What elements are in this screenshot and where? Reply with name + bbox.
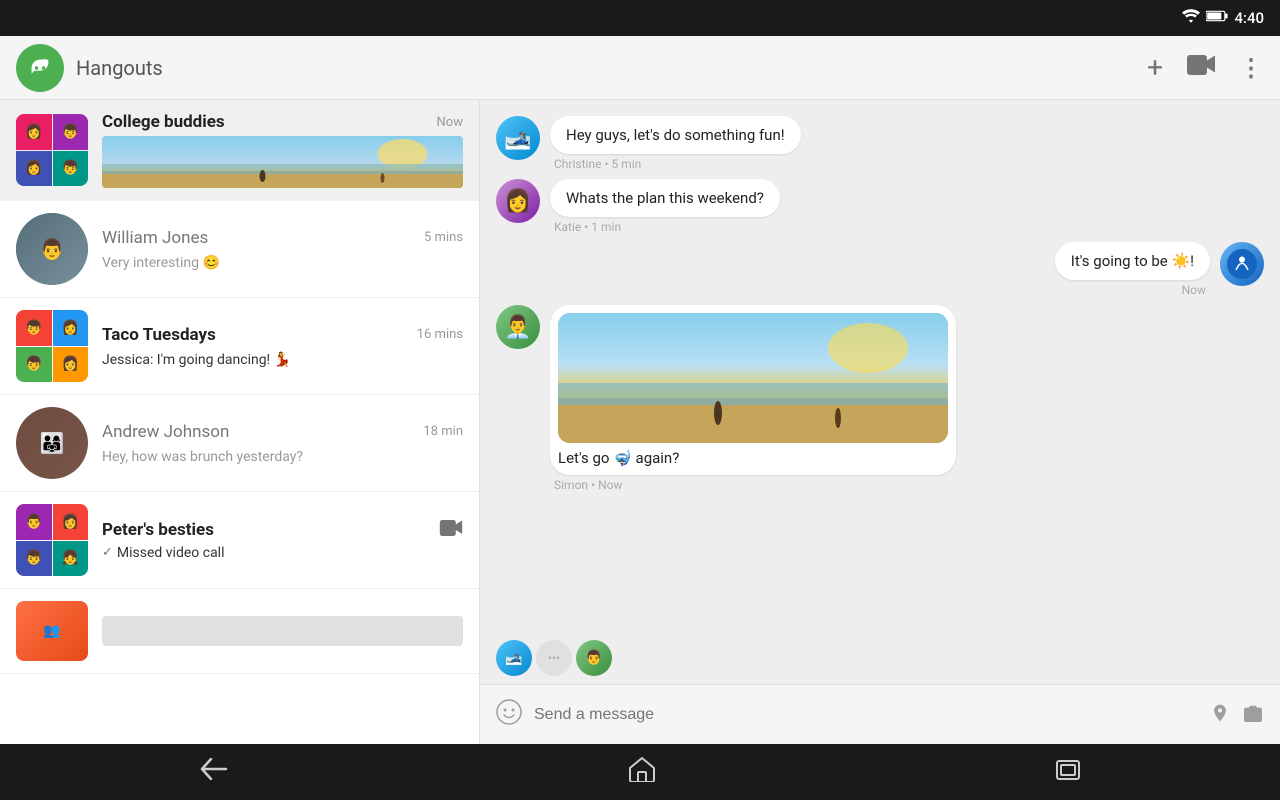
emoji-button[interactable] xyxy=(496,699,522,731)
msg-meta-simon: Simon • Now xyxy=(550,478,956,492)
video-call-icon xyxy=(439,520,463,541)
conv-name: Taco Tuesdays xyxy=(102,325,216,345)
message-bubble: 👩 Whats the plan this weekend? Katie • 1… xyxy=(496,179,1149,234)
messages-container: 🎿 Hey guys, let's do something fun! Chri… xyxy=(480,100,1280,632)
typing-row: 🎿 ••• 👨 xyxy=(480,632,1280,684)
beach-image-preview xyxy=(102,136,463,188)
conv-avatar-andrew: 👨‍👩‍👧 xyxy=(16,407,88,479)
conv-name: Peter's besties xyxy=(102,520,214,540)
conversation-item[interactable]: 👨‍👩‍👧 Andrew Johnson 18 min Hey, how was… xyxy=(0,395,479,492)
msg-text-simon: Let's go 🤿 again? xyxy=(558,449,948,467)
menu-button[interactable]: ⋮ xyxy=(1239,54,1264,82)
conv-avatar-peters: 👨 👩 👦 👧 xyxy=(16,504,88,576)
msg-bubble-text: Whats the plan this weekend? xyxy=(550,179,780,217)
message-bubble: 👨‍💼 xyxy=(496,305,1226,492)
conv-content: Andrew Johnson 18 min Hey, how was brunc… xyxy=(102,422,463,465)
conv-header: Andrew Johnson 18 min xyxy=(102,422,463,442)
wifi-icon xyxy=(1182,9,1200,27)
conv-time: 16 mins xyxy=(417,327,463,342)
conv-name: Andrew Johnson xyxy=(102,422,229,442)
msg-content: Whats the plan this weekend? Katie • 1 m… xyxy=(550,179,780,234)
conv-preview: Missed video call xyxy=(117,545,225,561)
msg-avatar: 👩 xyxy=(496,179,540,223)
checkmark-icon: ✓ xyxy=(102,545,113,560)
msg-bubble-text: It's going to be ☀️! xyxy=(1055,242,1210,280)
msg-content: Hey guys, let's do something fun! Christ… xyxy=(550,116,801,171)
msg-avatar-simon: 👨‍💼 xyxy=(496,305,540,349)
battery-icon xyxy=(1206,10,1228,26)
conv-preview: Jessica: I'm going dancing! 💃 xyxy=(102,352,291,368)
conv-content: Peter's besties ✓ Missed video call xyxy=(102,520,463,561)
video-call-button[interactable] xyxy=(1187,55,1215,80)
recent-apps-button[interactable] xyxy=(1056,758,1080,786)
conv-header: William Jones 5 mins xyxy=(102,228,463,248)
message-bubble-sent: It's going to be ☀️! Now xyxy=(1055,242,1264,297)
home-button[interactable] xyxy=(628,756,656,788)
conversation-item[interactable]: 👩 👦 👩 👦 College buddies Now xyxy=(0,100,479,201)
conv-name: College buddies xyxy=(102,112,225,132)
conv-avatar-william: 👨 xyxy=(16,213,88,285)
conv-name: William Jones xyxy=(102,228,208,248)
conversation-item[interactable]: 👦 👩 👦 👩 Taco Tuesdays 16 mins Jessica: I… xyxy=(0,298,479,395)
message-input[interactable] xyxy=(534,706,1198,724)
conv-header: College buddies Now xyxy=(102,112,463,132)
conv-preview: Hey, how was brunch yesterday? xyxy=(102,449,303,465)
main-layout: 👩 👦 👩 👦 College buddies Now xyxy=(0,100,1280,744)
location-button[interactable] xyxy=(1210,703,1230,727)
msg-avatar-sent xyxy=(1220,242,1264,286)
msg-content-simon: Let's go 🤿 again? Simon • Now xyxy=(550,305,956,492)
header-actions: + ⋮ xyxy=(1147,51,1264,84)
chat-area: 🎿 Hey guys, let's do something fun! Chri… xyxy=(480,100,1280,744)
msg-meta: Katie • 1 min xyxy=(550,220,780,234)
conversation-item[interactable]: 👨 William Jones 5 mins Very interesting … xyxy=(0,201,479,298)
msg-bubble-text: Hey guys, let's do something fun! xyxy=(550,116,801,154)
status-bar: 4:40 xyxy=(0,0,1280,36)
conv-preview-partial xyxy=(102,616,463,646)
beach-image-msg xyxy=(558,313,948,443)
typing-avatar-2: 👨 xyxy=(576,640,612,676)
conv-time: Now xyxy=(437,115,463,130)
app-logo xyxy=(16,44,64,92)
status-time: 4:40 xyxy=(1234,9,1264,27)
typing-avatar-1: 🎿 xyxy=(496,640,532,676)
message-bubble: 🎿 Hey guys, let's do something fun! Chri… xyxy=(496,116,1149,171)
conversation-item[interactable]: 👨 👩 👦 👧 Peter's besties ✓ Missed video xyxy=(0,492,479,589)
typing-avatars: 🎿 ••• 👨 xyxy=(496,640,612,676)
status-icons: 4:40 xyxy=(1182,9,1264,27)
msg-meta: Christine • 5 min xyxy=(550,157,801,171)
msg-meta: Now xyxy=(1055,283,1210,297)
chat-input-area xyxy=(480,684,1280,744)
conversation-list: 👩 👦 👩 👦 College buddies Now xyxy=(0,100,480,744)
conv-time: 5 mins xyxy=(424,230,463,245)
conv-extra: ✓ Missed video call xyxy=(102,545,463,561)
nav-bar xyxy=(0,744,1280,800)
conv-avatar-taco: 👦 👩 👦 👩 xyxy=(16,310,88,382)
app-title: Hangouts xyxy=(76,56,1147,80)
msg-content-sent: It's going to be ☀️! Now xyxy=(1055,242,1210,297)
add-conversation-button[interactable]: + xyxy=(1147,51,1163,84)
msg-bubble-image: Let's go 🤿 again? xyxy=(550,305,956,475)
conv-time: 18 min xyxy=(423,424,463,439)
conv-content: William Jones 5 mins Very interesting 😊 xyxy=(102,228,463,271)
back-button[interactable] xyxy=(200,758,228,786)
conv-header: Peter's besties xyxy=(102,520,463,541)
conv-preview: Very interesting 😊 xyxy=(102,255,220,271)
conversation-item[interactable]: 👥 xyxy=(0,589,479,674)
conv-content: Taco Tuesdays 16 mins Jessica: I'm going… xyxy=(102,325,463,368)
app-header: Hangouts + ⋮ xyxy=(0,36,1280,100)
conv-header: Taco Tuesdays 16 mins xyxy=(102,325,463,345)
conv-content: College buddies Now xyxy=(102,112,463,188)
conv-avatar-partial: 👥 xyxy=(16,601,88,661)
typing-dots-avatar: ••• xyxy=(536,640,572,676)
conv-avatar-college-buddies: 👩 👦 👩 👦 xyxy=(16,114,88,186)
camera-button[interactable] xyxy=(1242,704,1264,726)
msg-avatar: 🎿 xyxy=(496,116,540,160)
